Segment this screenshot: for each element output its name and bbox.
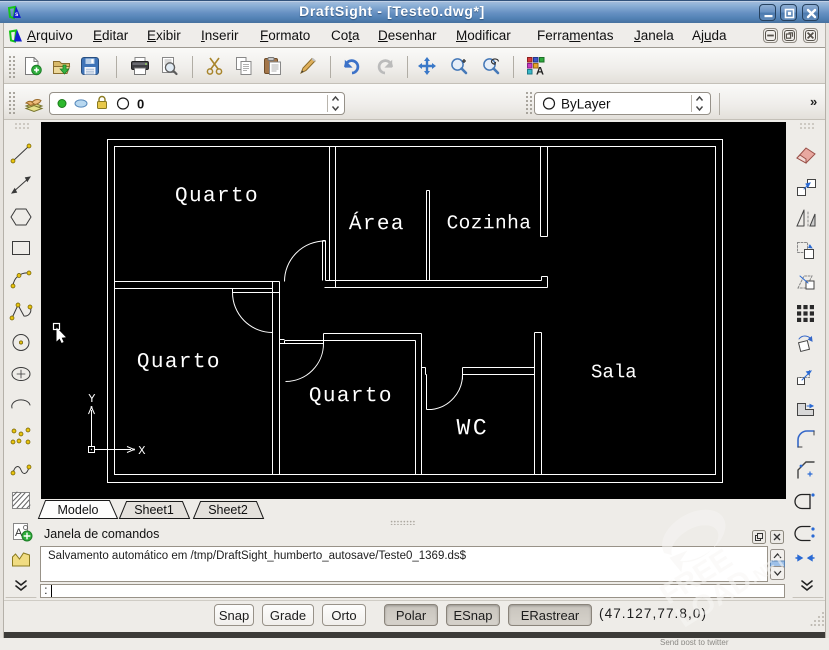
svg-text:0: 0 <box>137 97 144 112</box>
svg-text:Y: Y <box>88 392 95 406</box>
svg-text:Cozinha: Cozinha <box>447 212 532 234</box>
svg-text:WC: WC <box>457 415 490 441</box>
svg-text:Sala: Sala <box>591 361 637 383</box>
svg-text:Quarto: Quarto <box>137 351 221 374</box>
svg-text:A: A <box>536 66 544 78</box>
svg-text:X: X <box>138 444 145 458</box>
svg-text:ByLayer: ByLayer <box>561 97 611 112</box>
svg-text:Sheet1: Sheet1 <box>134 503 174 517</box>
svg-text:Quarto: Quarto <box>309 385 393 408</box>
svg-text:Send post to twitter: Send post to twitter <box>660 639 729 645</box>
svg-text:Sheet2: Sheet2 <box>208 503 248 517</box>
svg-text:Área: Área <box>349 212 405 236</box>
svg-text:Quarto: Quarto <box>175 185 259 208</box>
svg-text:Modelo: Modelo <box>58 503 99 517</box>
